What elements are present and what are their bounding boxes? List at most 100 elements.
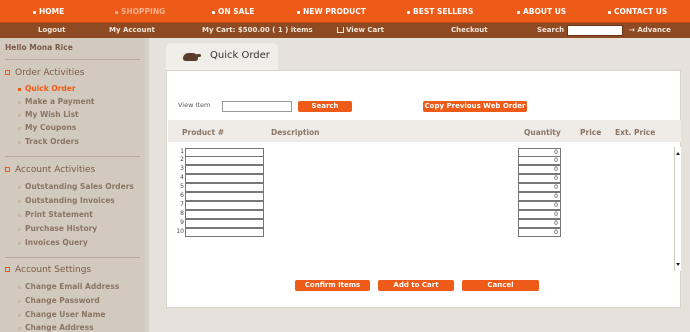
view-cart-link[interactable]: View Cart: [337, 23, 384, 38]
nav-about-us[interactable]: ABOUT US: [517, 0, 566, 23]
sidebar: Hello Mona Rice Order Activities Quick O…: [0, 38, 145, 332]
sidebar-item-quick-order[interactable]: Quick Order: [18, 84, 76, 93]
product-input[interactable]: [185, 201, 264, 210]
square-bullet-icon: [5, 167, 10, 172]
product-input[interactable]: [185, 174, 264, 183]
bullet-icon: [115, 10, 118, 14]
product-input[interactable]: [185, 183, 264, 192]
view-item-input[interactable]: [222, 101, 292, 112]
bullet-icon: [212, 10, 215, 14]
quantity-input[interactable]: 0: [518, 165, 561, 174]
my-cart-summary[interactable]: My Cart: $500.00 ( 1 ) items: [202, 23, 313, 38]
copy-previous-order-button[interactable]: Copy Previous Web Order: [423, 101, 527, 112]
page: HOME SHOPPING ON SALE NEW PRODUCT BEST S…: [0, 0, 690, 332]
bullet-icon: [18, 199, 21, 203]
quantity-input[interactable]: 0: [518, 228, 561, 237]
nav-home[interactable]: HOME: [33, 0, 64, 23]
nav-best-sellers[interactable]: BEST SELLERS: [407, 0, 473, 23]
row-number: 10: [176, 228, 184, 235]
checkout-link[interactable]: Checkout: [451, 23, 488, 38]
nav-new-product[interactable]: NEW PRODUCT: [297, 0, 366, 23]
sidebar-item-wish-list[interactable]: My Wish List: [18, 110, 79, 119]
top-nav: HOME SHOPPING ON SALE NEW PRODUCT BEST S…: [0, 0, 690, 23]
section-account-activities: Account Activities: [5, 165, 95, 175]
confirm-items-button[interactable]: Confirm Items: [295, 280, 370, 291]
col-price: Price: [580, 128, 602, 137]
bullet-icon: [18, 185, 21, 189]
bullet-icon: [18, 299, 21, 303]
bullet-icon: [407, 10, 410, 14]
nav-on-sale[interactable]: ON SALE: [212, 0, 254, 23]
quantity-input[interactable]: 0: [518, 210, 561, 219]
bullet-icon: [18, 113, 21, 117]
quick-order-tab: Quick Order: [166, 43, 278, 70]
cancel-button[interactable]: Cancel: [462, 280, 539, 291]
sidebar-item-change-password[interactable]: Change Password: [18, 296, 100, 305]
bullet-icon: [18, 227, 21, 231]
divider: [5, 257, 140, 258]
section-order-activities: Order Activities: [5, 68, 85, 78]
divider: [5, 156, 140, 157]
nav-contact-us[interactable]: CONTACT US: [608, 0, 667, 23]
product-input[interactable]: [185, 219, 264, 228]
sidebar-item-invoices-query[interactable]: Invoices Query: [18, 238, 88, 247]
bullet-icon: [18, 285, 21, 289]
sidebar-item-make-payment[interactable]: Make a Payment: [18, 97, 95, 106]
bullet-icon: [18, 126, 21, 130]
sidebar-item-coupons[interactable]: My Coupons: [18, 123, 76, 132]
sidebar-item-change-email[interactable]: Change Email Address: [18, 282, 119, 291]
my-account-link[interactable]: My Account: [109, 23, 155, 38]
scroll-up-icon[interactable]: [676, 152, 680, 155]
page-title: Quick Order: [210, 50, 270, 61]
account-bar: Logout My Account My Cart: $500.00 ( 1 )…: [0, 23, 690, 38]
row-number: 5: [180, 183, 184, 190]
product-input[interactable]: [185, 228, 264, 237]
nav-shopping[interactable]: SHOPPING: [115, 0, 165, 23]
cart-icon: [337, 27, 344, 33]
advance-search-link[interactable]: → Advance: [629, 23, 671, 38]
quantity-input[interactable]: 0: [518, 192, 561, 201]
row-number: 1: [180, 148, 184, 155]
add-to-cart-button[interactable]: Add to Cart: [378, 280, 454, 291]
col-description: Description: [271, 128, 320, 137]
table-header: Product # Description Quantity Price Ext…: [168, 120, 681, 142]
sidebar-item-print-statement[interactable]: Print Statement: [18, 210, 93, 219]
sidebar-item-change-user-name[interactable]: Change User Name: [18, 310, 106, 319]
row-number: 7: [180, 201, 184, 208]
greeting: Hello Mona Rice: [5, 43, 73, 52]
product-input[interactable]: [185, 192, 264, 201]
row-number: 4: [180, 174, 184, 181]
sidebar-item-outstanding-invoices[interactable]: Outstanding Invoices: [18, 196, 115, 205]
logout-link[interactable]: Logout: [38, 23, 65, 38]
scroll-down-icon[interactable]: [676, 263, 680, 266]
quantity-input[interactable]: 0: [518, 219, 561, 228]
search-button[interactable]: Search: [298, 101, 352, 112]
site-search-input[interactable]: [567, 25, 623, 36]
quantity-input[interactable]: 0: [518, 174, 561, 183]
bullet-icon: [608, 10, 611, 14]
sidebar-item-change-address[interactable]: Change Address: [18, 323, 94, 332]
bullet-icon: [517, 10, 520, 14]
bullet-icon: [18, 313, 21, 317]
product-input[interactable]: [185, 165, 264, 174]
product-input[interactable]: [185, 156, 264, 165]
product-input[interactable]: [185, 210, 264, 219]
sidebar-item-purchase-history[interactable]: Purchase History: [18, 224, 97, 233]
row-number: 8: [180, 210, 184, 217]
bullet-icon: [18, 241, 21, 245]
bullet-icon: [18, 100, 21, 104]
sidebar-item-outstanding-sales-orders[interactable]: Outstanding Sales Orders: [18, 182, 134, 191]
bullet-icon: [297, 10, 300, 14]
rows-scrollbar[interactable]: [674, 147, 681, 271]
quantity-input[interactable]: 0: [518, 183, 561, 192]
bullet-icon: [18, 326, 21, 330]
quantity-input[interactable]: 0: [518, 156, 561, 165]
bullet-icon: [33, 10, 36, 14]
section-account-settings: Account Settings: [5, 265, 91, 275]
quantity-input[interactable]: 0: [518, 201, 561, 210]
row-number: 3: [180, 165, 184, 172]
sidebar-item-track-orders[interactable]: Track Orders: [18, 137, 79, 146]
square-bullet-icon: [5, 70, 10, 75]
bullet-icon: [18, 140, 21, 144]
bullet-icon: [18, 213, 21, 217]
